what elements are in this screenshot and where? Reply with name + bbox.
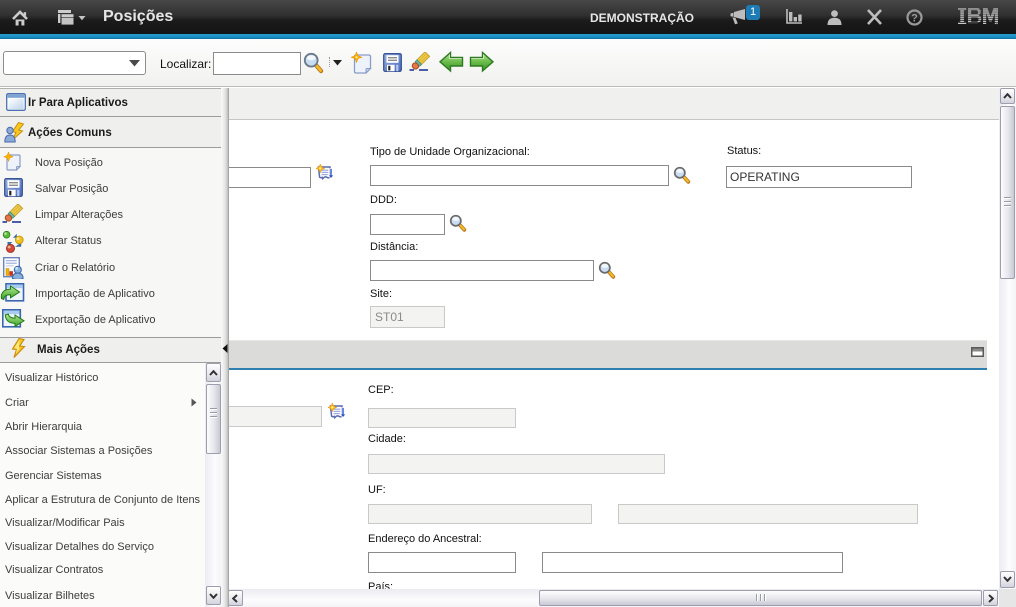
svg-text:?: ? [911,13,918,25]
